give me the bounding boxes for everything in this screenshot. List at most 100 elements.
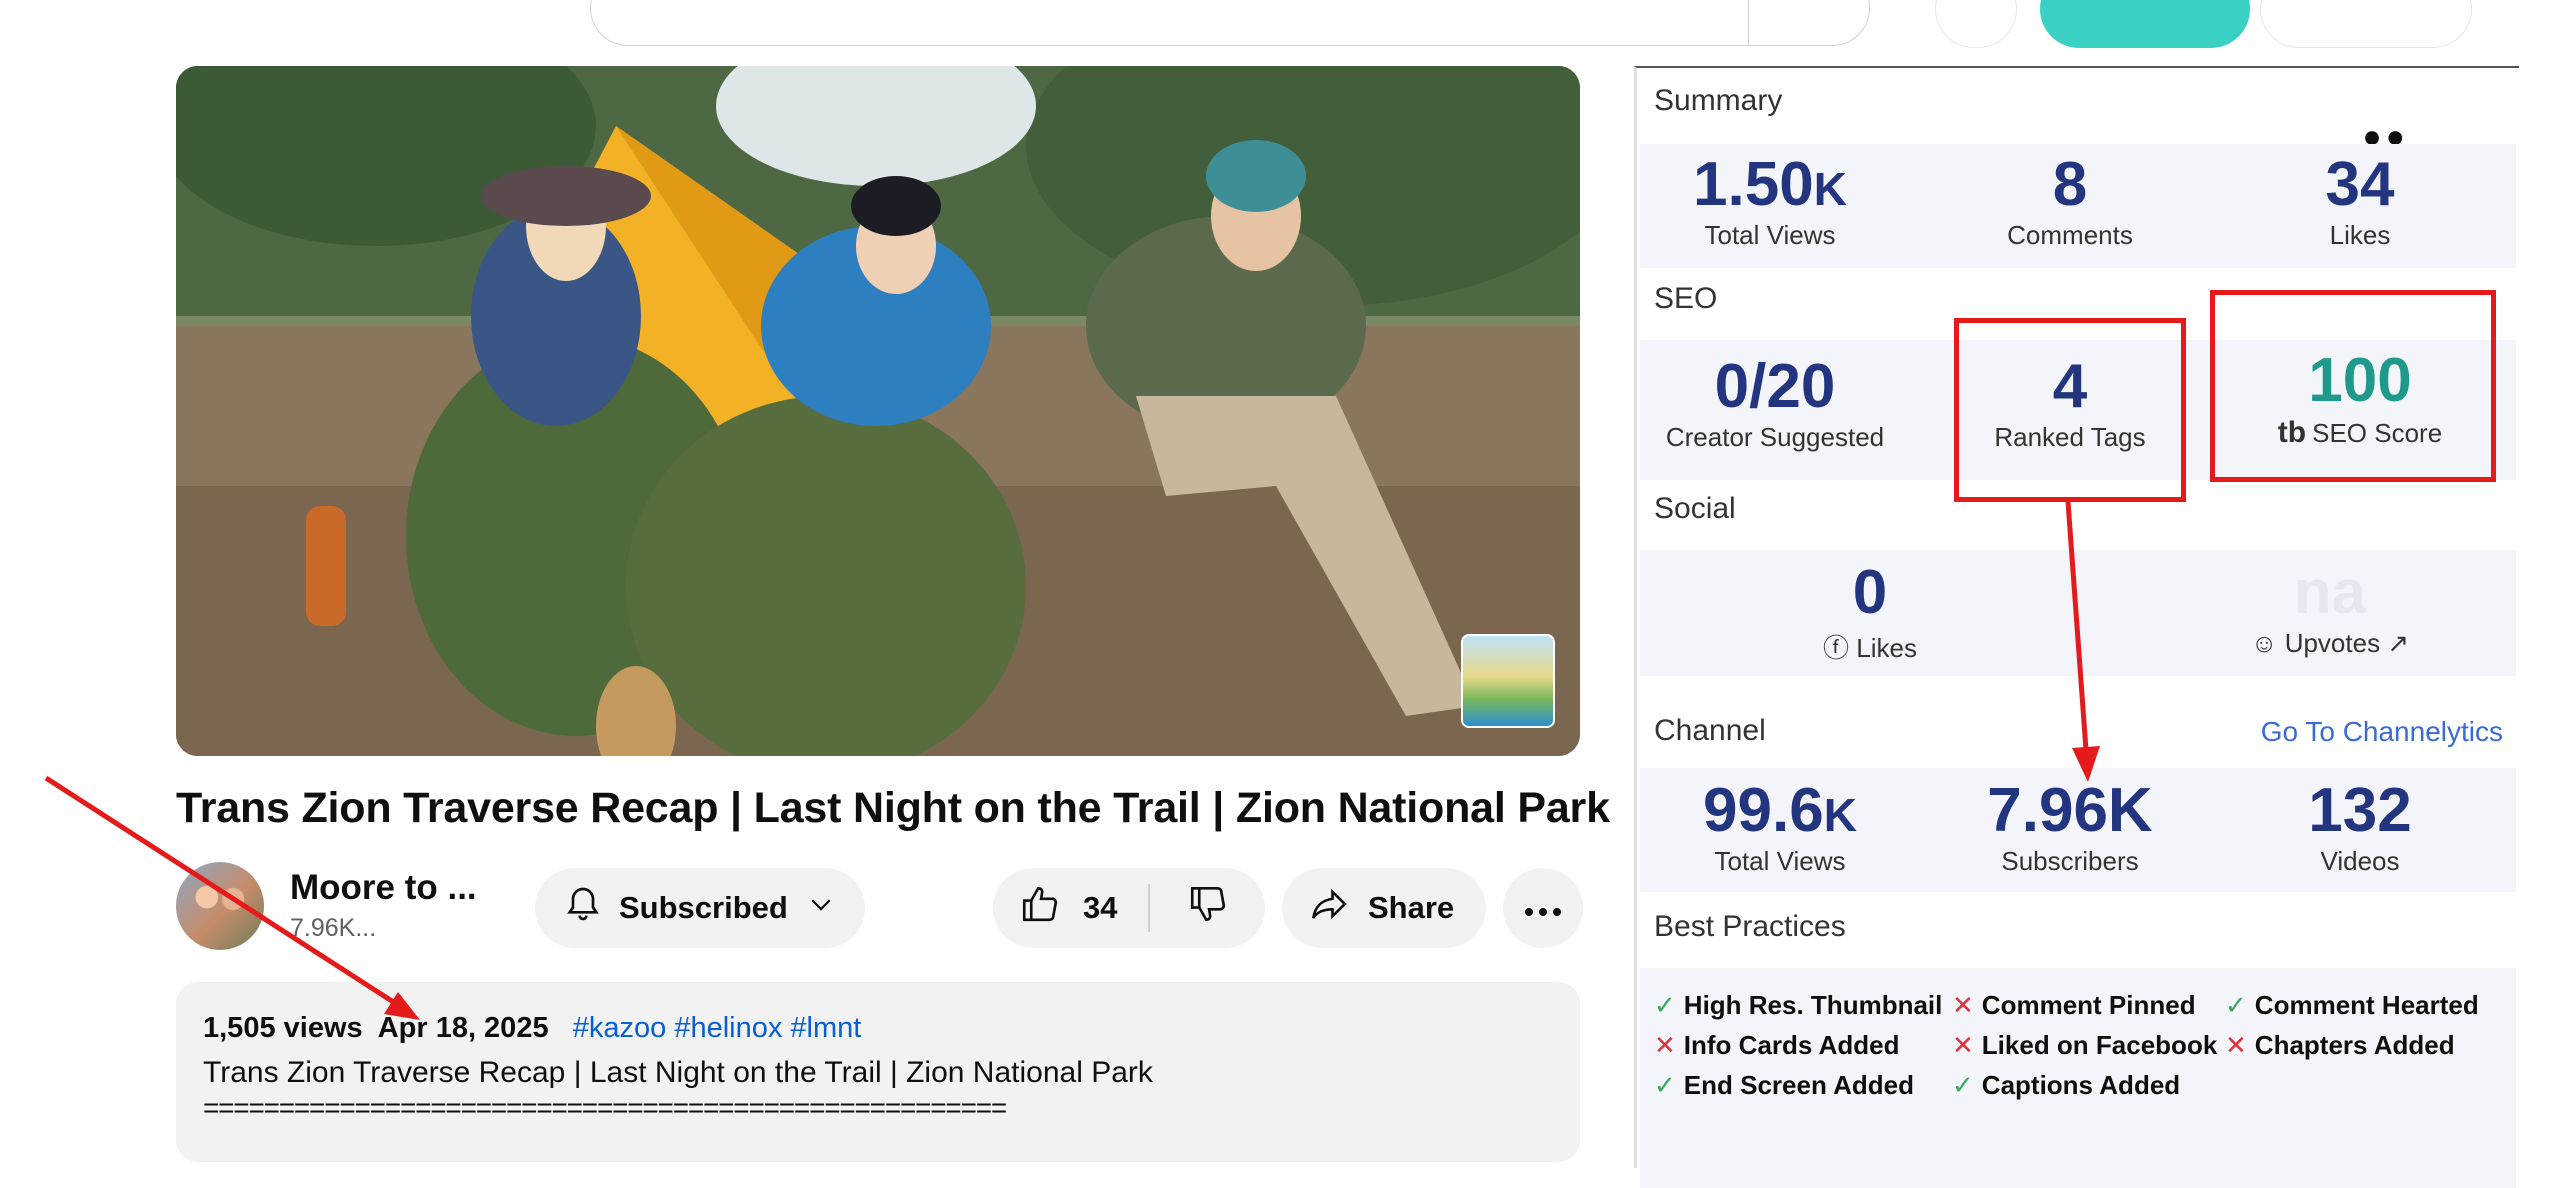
search-bar[interactable] [590,0,1870,46]
social-heading: Social [1654,492,1736,525]
best-practice-label: Liked on Facebook [1981,1030,2218,1060]
reddit-icon: ☺ [2250,628,2285,658]
best-practice-item: ✓ Comment Hearted [2225,990,2479,1021]
channel-subscribers: 7.96K Subscribers [1960,780,2180,877]
channel-videos-value: 132 [2308,776,2412,845]
check-icon: ✓ [1654,1070,1676,1100]
bell-icon [563,884,603,932]
social-row: 0 ⓕ Likes na ☺ Upvotes ↗ [1640,550,2516,676]
share-label: Share [1368,890,1455,925]
cross-icon: ✕ [2225,1030,2247,1060]
seo-creator-suggested-label: Creator Suggested [1665,422,1885,452]
seo-heading: SEO [1654,282,1718,315]
best-practice-label: High Res. Thumbnail [1683,990,1943,1020]
social-upvotes[interactable]: na ☺ Upvotes ↗ [2200,562,2460,659]
summary-total-views-value: 1.50 [1693,150,1814,219]
best-practice-item: ✕ Chapters Added [2225,1030,2455,1061]
video-frame [176,66,1580,756]
more-actions-button[interactable] [1503,868,1583,948]
channel-videos: 132 Videos [2260,780,2460,877]
summary-row: 1.50K Total Views 8 Comments 34 Likes [1640,144,2516,268]
best-practice-label: Chapters Added [2254,1030,2455,1060]
share-button[interactable]: Share [1282,868,1486,948]
best-practice-item: ✓ End Screen Added [1654,1070,1914,1101]
search-divider [1748,0,1749,45]
channel-name[interactable]: Moore to ... [290,868,477,908]
dislike-button[interactable] [1150,883,1265,933]
best-practice-item: ✕ Liked on Facebook [1952,1030,2217,1061]
seo-creator-suggested-value: 0/20 [1714,352,1836,421]
cross-icon: ✕ [1952,990,1974,1020]
cross-icon: ✕ [1952,1030,1974,1060]
channel-avatar[interactable] [176,862,264,950]
channel-total-views-unit: K [1823,789,1857,841]
hashtag-link[interactable]: #helinox [674,1012,782,1044]
subscribed-label: Subscribed [619,890,788,925]
social-upvotes-label: Upvotes [2284,628,2381,658]
summary-likes: 34 Likes [2260,154,2460,251]
summary-total-views: 1.50K Total Views [1670,154,1870,251]
seo-score-highlight-box [2210,290,2496,482]
summary-heading: Summary [1654,84,1783,117]
analytics-panel: Summary ●● 1.50K Total Views 8 Comments … [1634,66,2519,1188]
summary-likes-value: 34 [2325,150,2395,219]
channel-total-views-label: Total Views [1714,846,1846,876]
chevron-down-icon [806,889,836,927]
best-practice-item: ✕ Info Cards Added [1654,1030,1900,1061]
view-count: 1,505 views [203,1012,363,1044]
channel-row: 99.6K Total Views 7.96K Subscribers 132 … [1640,768,2516,892]
description-separator: ========================================… [203,1092,1007,1123]
social-likes-value: 0 [1852,558,1888,627]
thumbs-up-icon [1019,883,1061,933]
topbar-icon-button[interactable] [1935,0,2017,48]
summary-total-views-label: Total Views [1704,220,1836,250]
description-meta: 1,505 views Apr 18, 2025 #kazoo #helinox… [203,1012,861,1045]
channel-total-views: 99.6K Total Views [1680,780,1880,877]
best-practices-heading: Best Practices [1654,910,1846,943]
video-player[interactable] [176,66,1580,756]
channel-subscribers-value: 7.96K [1987,776,2153,845]
social-likes: 0 ⓕ Likes [1770,562,1970,665]
social-upvotes-value: na [2293,558,2367,627]
like-button[interactable]: 34 [993,883,1148,933]
topbar-secondary-button[interactable] [2260,0,2472,48]
best-practice-label: Comment Pinned [1981,990,2196,1020]
description-box[interactable]: 1,505 views Apr 18, 2025 #kazoo #helinox… [176,982,1580,1162]
best-practice-item: ✕ Comment Pinned [1952,990,2196,1021]
upload-date: Apr 18, 2025 [377,1012,549,1044]
best-practice-label: Info Cards Added [1683,1030,1900,1060]
social-likes-caption: ⓕ Likes [1770,628,1970,665]
best-practice-item: ✓ High Res. Thumbnail [1654,990,1942,1021]
channelytics-link[interactable]: Go To Channelytics [2261,716,2503,748]
summary-likes-label: Likes [2329,220,2391,250]
thumbs-down-icon [1187,883,1229,933]
best-practice-label: Captions Added [1981,1070,2181,1100]
channel-heading: Channel [1654,714,1766,747]
external-link-icon: ↗ [2380,628,2410,658]
channel-total-views-value: 99.6 [1703,776,1824,845]
description-text: Trans Zion Traverse Recap | Last Night o… [203,1056,1153,1089]
check-icon: ✓ [1654,990,1676,1020]
summary-comments-value: 8 [2052,150,2088,219]
check-icon: ✓ [1952,1070,1974,1100]
summary-total-views-unit: K [1813,163,1847,215]
best-practices-row: ✓ High Res. Thumbnail ✕ Comment Pinned ✓ Co… [1640,968,2516,1188]
social-likes-label: Likes [1856,633,1917,663]
check-icon: ✓ [2225,990,2247,1020]
social-upvotes-caption: ☺ Upvotes ↗ [2200,628,2460,659]
subscribed-button[interactable]: Subscribed [535,868,865,948]
hashtag-link[interactable]: #lmnt [790,1012,861,1044]
summary-comments-label: Comments [2007,220,2133,250]
share-icon [1308,883,1350,933]
channel-watermark-logo[interactable] [1461,634,1555,728]
summary-comments: 8 Comments [1970,154,2170,251]
like-dislike-group: 34 [993,868,1265,948]
best-practice-label: Comment Hearted [2254,990,2479,1020]
channel-subscriber-count: 7.96K... [290,914,377,942]
topbar-accent-button[interactable] [2040,0,2250,48]
cross-icon: ✕ [1654,1030,1676,1060]
like-count: 34 [1083,890,1118,925]
hashtag-link[interactable]: #kazoo [573,1012,667,1044]
best-practice-item: ✓ Captions Added [1952,1070,2180,1101]
channel-subscribers-label: Subscribers [2001,846,2139,876]
